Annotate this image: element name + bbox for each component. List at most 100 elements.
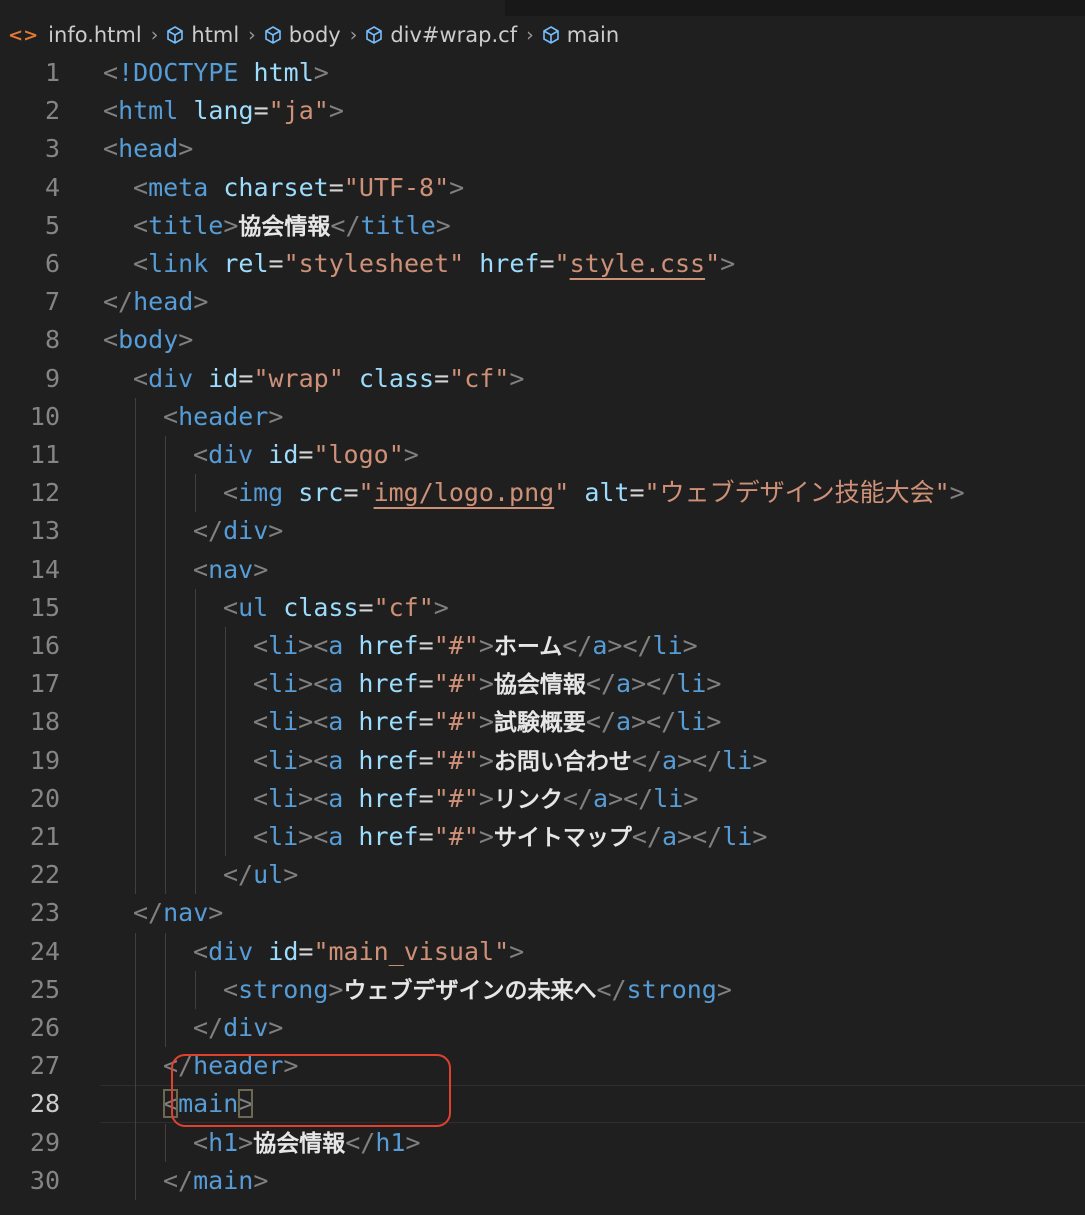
code-token: li — [268, 822, 299, 851]
line-number: 30 — [29, 1165, 60, 1195]
code-token: "main_visual" — [313, 936, 510, 966]
indent-guide — [195, 970, 196, 1009]
breadcrumb-item-file[interactable]: <> info.html — [8, 23, 142, 47]
code-line[interactable]: 8 <body> — [0, 321, 1085, 359]
line-number: 22 — [29, 860, 60, 890]
element-cube-icon — [263, 25, 283, 45]
indent-guide — [195, 665, 196, 704]
code-token: li — [268, 783, 299, 813]
code-token: </ — [163, 1165, 194, 1195]
code-token: a — [662, 822, 678, 851]
line-number: 19 — [29, 745, 60, 775]
code-editor[interactable]: 1 <!DOCTYPE html> 2 <html lang="ja"> 3 <head>… — [0, 54, 1085, 1215]
code-line[interactable]: 22 </ul> — [0, 856, 1085, 894]
indent-guide — [225, 665, 226, 704]
code-text: <header> — [163, 398, 283, 436]
code-token: < — [193, 936, 209, 966]
indent-guide — [195, 856, 196, 895]
annotation-highlight-box — [171, 1054, 451, 1127]
breadcrumb-item-main[interactable]: main — [541, 23, 619, 47]
code-line[interactable]: 4 <meta charset="UTF-8"> — [0, 169, 1085, 207]
code-text: <nav> — [193, 551, 268, 589]
line-number: 17 — [29, 669, 60, 699]
code-token: title — [360, 210, 436, 240]
code-line[interactable]: 1 <!DOCTYPE html> — [0, 54, 1085, 92]
code-line[interactable]: 7 </head> — [0, 283, 1085, 321]
code-token: </ — [631, 822, 663, 851]
code-line[interactable]: 17 <li><a href="#">協会情報</a></li> — [0, 665, 1085, 703]
code-token: > — [478, 631, 494, 660]
code-line[interactable]: 23 </nav> — [0, 894, 1085, 932]
code-token: </ — [193, 516, 224, 546]
code-token: a — [662, 745, 678, 775]
code-line[interactable]: 25 <strong>ウェブデザインの未来へ</strong> — [0, 971, 1085, 1009]
code-line[interactable]: 27 </header> — [0, 1047, 1085, 1085]
code-token: = — [343, 478, 359, 508]
code-text: <li><a href="#">協会情報</a></li> — [253, 665, 721, 704]
code-line[interactable]: 21 <li><a href="#">サイトマップ</a></li> — [0, 818, 1085, 856]
breadcrumb-item-body[interactable]: body — [263, 23, 341, 47]
code-line[interactable]: 24 <div id="main_visual"> — [0, 933, 1085, 971]
code-token: main — [193, 1165, 254, 1195]
code-token: < — [253, 707, 269, 737]
code-token: > — [949, 478, 965, 508]
code-token: h1 — [208, 1127, 239, 1157]
code-token: </ — [103, 287, 134, 317]
code-line[interactable]: 2 <html lang="ja"> — [0, 92, 1085, 130]
code-token: href — [358, 669, 419, 699]
breadcrumb-item-html[interactable]: html — [165, 23, 239, 47]
breadcrumb-label: main — [566, 23, 620, 47]
code-line[interactable]: 19 <li><a href="#">お問い合わせ</a></li> — [0, 742, 1085, 780]
code-line[interactable]: 20 <li><a href="#">リンク</a></li> — [0, 780, 1085, 818]
code-token: < — [253, 745, 269, 775]
element-cube-icon — [165, 25, 185, 45]
code-line[interactable]: 10 <header> — [0, 398, 1085, 436]
indent-guide — [165, 703, 166, 742]
code-token: < — [103, 134, 119, 164]
code-line[interactable]: 18 <li><a href="#">試験概要</a></li> — [0, 703, 1085, 741]
code-line[interactable]: 15 <ul class="cf"> — [0, 589, 1085, 627]
code-line[interactable]: 29 <h1>協会情報</h1> — [0, 1124, 1085, 1162]
code-line[interactable]: 11 <div id="logo"> — [0, 436, 1085, 474]
line-number: 8 — [44, 325, 60, 355]
code-line[interactable]: 9 <div id="wrap" class="cf"> — [0, 360, 1085, 398]
code-token: div — [223, 516, 269, 546]
code-line[interactable]: 26 </div> — [0, 1009, 1085, 1047]
code-token: img — [238, 478, 284, 508]
indent-guide — [165, 474, 166, 513]
code-token: a — [593, 783, 609, 813]
code-token: > — [449, 172, 465, 202]
code-token: title — [148, 210, 224, 240]
code-token: > — [478, 707, 494, 737]
line-number: 27 — [29, 1051, 60, 1081]
indent-guide — [165, 550, 166, 589]
code-line[interactable]: 12 <img src="img/logo.png" alt="ウェブデザイン技能… — [0, 474, 1085, 512]
code-token: > — [706, 707, 722, 737]
code-line[interactable]: 3 <head> — [0, 130, 1085, 168]
code-line[interactable]: 28 <main> — [0, 1085, 1085, 1124]
code-text: <link rel="stylesheet" href="style.css"> — [133, 245, 735, 283]
code-token: a — [592, 631, 608, 660]
breadcrumb-item-div-wrap[interactable]: div#wrap.cf — [364, 23, 517, 47]
code-line[interactable]: 5 <title>協会情報</title> — [0, 207, 1085, 245]
breadcrumb-label: info.html — [48, 23, 142, 47]
active-tab-area[interactable] — [0, 0, 505, 16]
code-token: < — [223, 974, 239, 1004]
code-token: = — [268, 249, 284, 278]
chevron-right-icon: › — [526, 24, 534, 46]
code-line[interactable]: 13 </div> — [0, 512, 1085, 550]
code-token: > — [223, 210, 239, 240]
code-line[interactable]: 14 <nav> — [0, 551, 1085, 589]
code-token: id — [208, 363, 239, 393]
code-line[interactable]: 30 </main> — [0, 1162, 1085, 1200]
breadcrumb: <> info.html › html › body › div#wrap.cf… — [0, 16, 1085, 54]
code-line[interactable]: 6 <link rel="stylesheet" href="style.css"… — [0, 245, 1085, 283]
indent-guide — [135, 512, 136, 551]
code-token: a — [328, 745, 344, 775]
code-token: strong — [238, 974, 329, 1004]
code-line[interactable]: 16 <li><a href="#">ホーム</a></li> — [0, 627, 1085, 665]
code-token: > — [716, 974, 732, 1004]
indent-guide — [135, 1123, 136, 1162]
